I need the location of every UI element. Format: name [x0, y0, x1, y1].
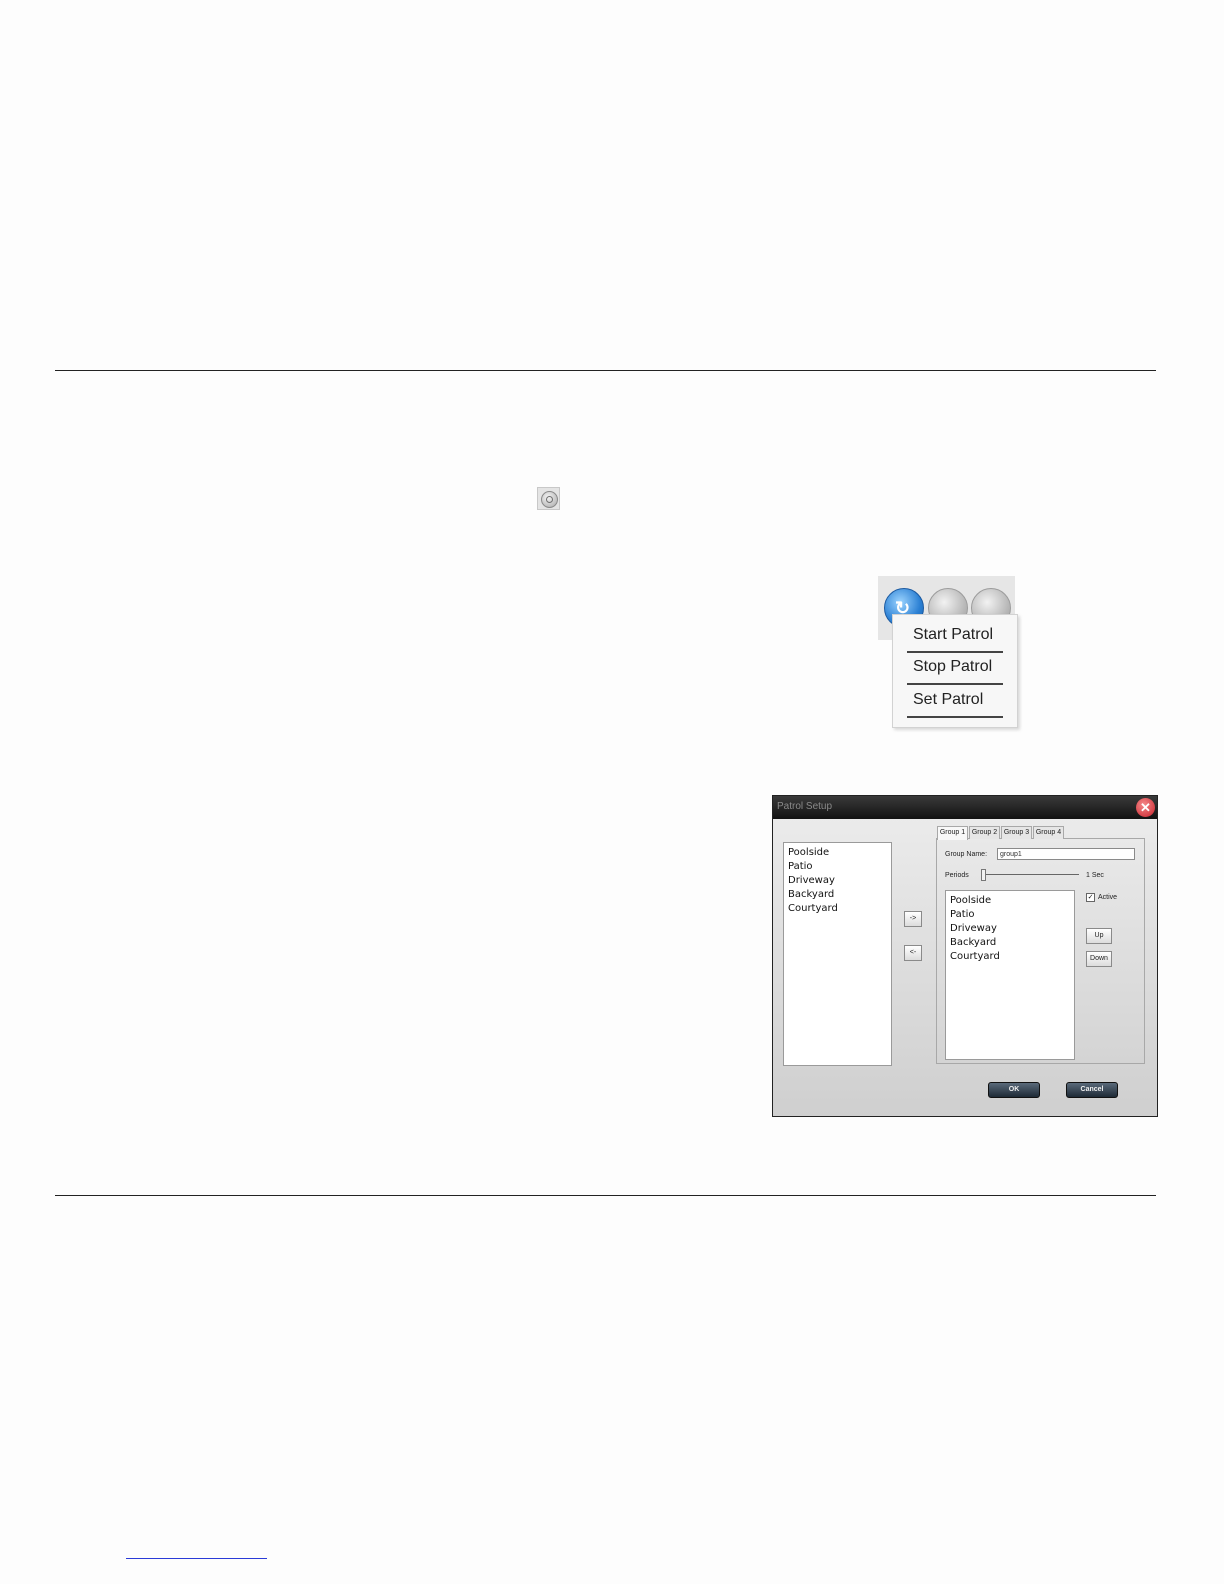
list-item[interactable]: Poolside: [788, 846, 891, 860]
section-bottom-rule: [55, 1195, 1156, 1196]
periods-slider-track: [983, 874, 1079, 875]
dialog-title: Patrol Setup: [777, 801, 833, 812]
dialog-title-bar: Patrol Setup ✕: [773, 796, 1157, 819]
tab-group-4[interactable]: Group 4: [1033, 826, 1064, 839]
section-top-rule: [55, 370, 1156, 371]
patrol-context-menu: Start Patrol Stop Patrol Set Patrol: [892, 614, 1018, 728]
tab-group-1[interactable]: Group 1: [937, 826, 968, 840]
patrol-menu-screenshot: ↻ Start Patrol Stop Patrol Set Patrol: [878, 576, 1018, 728]
group-name-field[interactable]: group1: [997, 848, 1135, 860]
list-item[interactable]: Backyard: [788, 888, 891, 902]
ok-button[interactable]: OK: [988, 1082, 1040, 1098]
close-icon[interactable]: ✕: [1136, 798, 1155, 817]
move-right-button[interactable]: ->: [904, 911, 922, 927]
menu-item-stop-patrol[interactable]: Stop Patrol: [907, 653, 1003, 685]
patrol-icon-ring: [541, 491, 558, 508]
group-camera-list[interactable]: Poolside Patio Driveway Backyard Courtya…: [945, 890, 1075, 1060]
periods-slider[interactable]: [981, 869, 986, 881]
move-left-button[interactable]: <-: [904, 945, 922, 961]
list-item[interactable]: Driveway: [950, 922, 1074, 936]
list-item[interactable]: Patio: [950, 908, 1074, 922]
patrol-icon: [537, 487, 560, 510]
periods-value: 1 Sec: [1086, 872, 1104, 879]
list-item[interactable]: Backyard: [950, 936, 1074, 950]
tab-group-2[interactable]: Group 2: [969, 826, 1000, 839]
tab-group-3[interactable]: Group 3: [1001, 826, 1032, 839]
footer-link-underline[interactable]: [126, 1558, 267, 1559]
group-name-label: Group Name:: [945, 851, 988, 858]
list-item[interactable]: Poolside: [950, 894, 1074, 908]
down-button[interactable]: Down: [1086, 951, 1112, 967]
list-item[interactable]: Courtyard: [950, 950, 1074, 964]
list-item[interactable]: Courtyard: [788, 902, 891, 916]
menu-item-start-patrol[interactable]: Start Patrol: [907, 621, 1003, 653]
patrol-setup-dialog: Patrol Setup ✕ Poolside Patio Driveway B…: [772, 795, 1158, 1117]
periods-label: Periods: [945, 872, 969, 879]
list-item[interactable]: Patio: [788, 860, 891, 874]
active-checkbox[interactable]: ✓: [1086, 893, 1095, 902]
list-item[interactable]: Driveway: [788, 874, 891, 888]
available-camera-list[interactable]: Poolside Patio Driveway Backyard Courtya…: [783, 842, 892, 1066]
active-label: Active: [1098, 894, 1118, 901]
cancel-button[interactable]: Cancel: [1066, 1082, 1118, 1098]
menu-item-set-patrol[interactable]: Set Patrol: [907, 686, 1003, 718]
up-button[interactable]: Up: [1086, 928, 1112, 944]
